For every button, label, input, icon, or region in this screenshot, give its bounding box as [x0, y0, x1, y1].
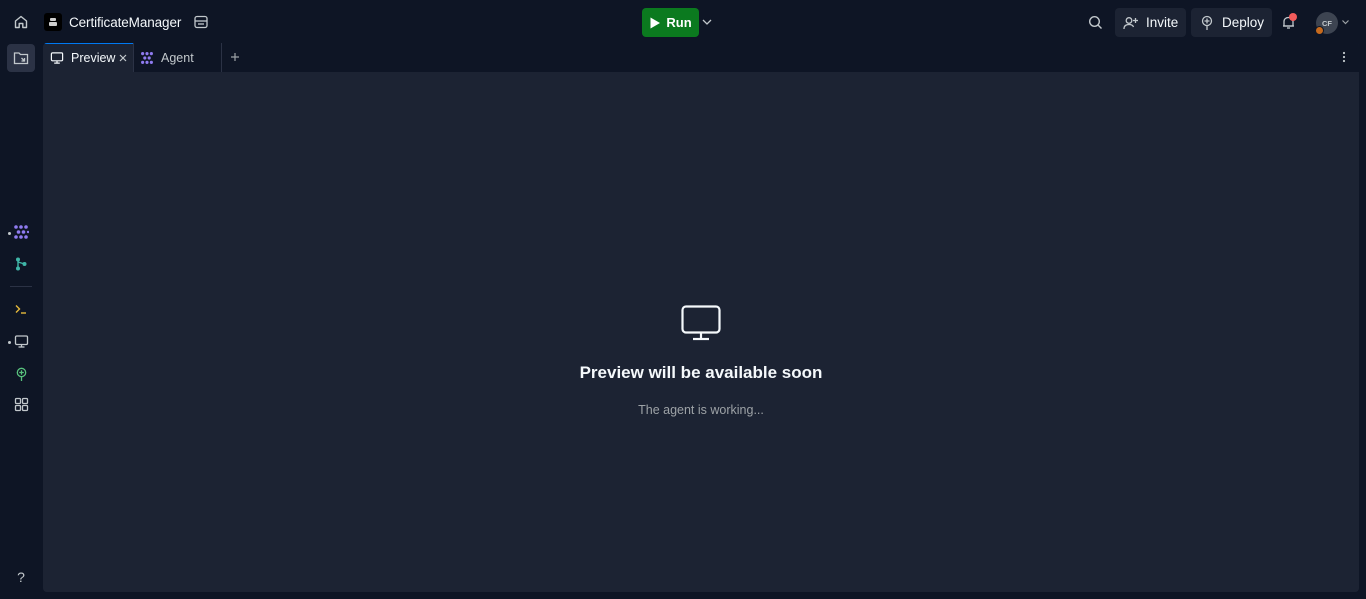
tab-label: Agent: [161, 50, 194, 65]
tab-divider: [221, 43, 222, 72]
sidebar: ?: [0, 44, 42, 599]
top-bar: CertificateManager Run Invite Deploy CF: [0, 0, 1366, 44]
search-icon[interactable]: [1081, 8, 1109, 36]
run-label: Run: [666, 15, 692, 30]
monitor-icon[interactable]: [7, 327, 35, 355]
deploy-label: Deploy: [1222, 15, 1265, 30]
bell-icon[interactable]: [1274, 8, 1302, 36]
deployments-icon[interactable]: [7, 360, 35, 388]
tab-label: Preview: [71, 51, 116, 65]
home-icon[interactable]: [7, 8, 35, 36]
git-icon[interactable]: [7, 250, 35, 278]
agent-icon[interactable]: [7, 218, 35, 246]
run-button[interactable]: Run: [642, 8, 699, 37]
notification-badge: [1289, 13, 1297, 21]
deploy-icon: [1201, 15, 1213, 30]
repl-name: CertificateManager: [69, 14, 182, 30]
preview-subtitle: The agent is working...: [638, 403, 764, 417]
play-icon: [650, 17, 661, 28]
apps-grid-icon[interactable]: [7, 390, 35, 418]
shell-icon[interactable]: [7, 295, 35, 323]
user-menu-chevron-icon[interactable]: [1341, 16, 1350, 28]
tab-agent[interactable]: Agent: [133, 43, 221, 72]
chevron-down-icon[interactable]: [701, 14, 715, 30]
close-icon[interactable]: [118, 53, 128, 63]
invite-label: Invite: [1146, 15, 1179, 30]
add-tab-icon[interactable]: [228, 50, 242, 64]
workspace-panel: Preview Agent Preview will be available …: [43, 43, 1359, 592]
monitor-icon: [680, 304, 722, 342]
files-icon[interactable]: [7, 44, 35, 72]
repl-title[interactable]: CertificateManager: [44, 10, 181, 34]
user-status-badge: [1315, 26, 1324, 35]
tab-preview[interactable]: Preview: [43, 43, 133, 72]
tab-bar: Preview Agent: [43, 43, 1359, 72]
more-options-icon[interactable]: [1337, 50, 1351, 64]
deploy-button[interactable]: Deploy: [1191, 8, 1273, 37]
add-user-icon: [1123, 16, 1138, 29]
invite-button[interactable]: Invite: [1115, 8, 1187, 37]
repl-info-icon[interactable]: [187, 8, 215, 36]
help-icon[interactable]: ?: [7, 563, 35, 591]
agent-icon: [141, 51, 153, 64]
preview-empty-state: Preview will be available soon The agent…: [43, 72, 1359, 592]
sidebar-divider: [10, 286, 32, 287]
preview-title: Preview will be available soon: [579, 363, 823, 382]
repl-avatar: [44, 13, 62, 31]
monitor-icon: [50, 52, 64, 64]
